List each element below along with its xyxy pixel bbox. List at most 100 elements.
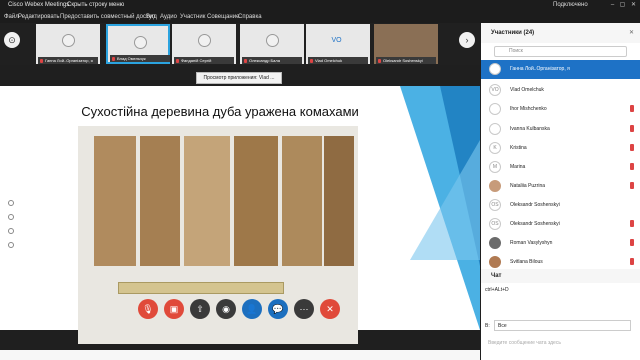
menu-edit[interactable]: Редактировать [18,11,59,23]
slide-decoration [410,140,480,260]
filmstrip-toggle-button[interactable]: ⊙ [4,32,20,48]
participant-name: Vlad Omelchuk [510,87,544,93]
participant-name: Roman Vasylyshyn [510,240,553,246]
chat-input[interactable]: Введите сообщение чата здесь [481,337,640,349]
menu-help[interactable]: Справка [238,11,262,23]
tile-name: Oleksandr Soshenskyi [376,57,436,64]
muted-mic-icon [630,239,634,246]
filmstrip-next-button[interactable]: › [459,32,475,48]
menu-view[interactable]: Вид [146,11,157,23]
muted-mic-icon [630,144,634,151]
participant-row[interactable]: K Kristina [481,139,640,158]
record-button[interactable]: ◉ [216,299,236,319]
video-tile[interactable]: Фанданій Сергій [172,24,236,64]
connection-status: Подключено [553,2,588,8]
chat-header[interactable]: Чат [481,269,640,283]
share-button[interactable]: ⇧ [190,299,210,319]
photo-avatar [489,256,501,268]
menu-share[interactable]: Предоставить совместный доступ [60,11,155,23]
participant-row[interactable]: Ганна Лой..Організатор, я [481,60,640,79]
initials-avatar: OS [489,199,501,211]
more-button[interactable]: ⋯ [294,299,314,319]
tile-name: Олександр Бала [242,57,302,64]
plank-image [324,136,354,266]
muted-mic-icon [630,258,634,265]
chat-message: ctrl+ALt+D [485,287,509,293]
participant-row[interactable]: M Marina [481,158,640,177]
end-meeting-button[interactable]: ✕ [320,299,340,319]
meeting-controls: 🎙 ▣ ⇧ ◉ 👤 💬 ⋯ ✕ [138,299,348,323]
muted-mic-icon [630,220,634,227]
tile-name: Влад Омельчук [110,55,170,62]
stage-bottom [0,350,480,360]
annotation-tools [8,200,18,270]
hide-menu-button[interactable]: Скрыть строку меню [67,0,124,11]
chat-recipient-select[interactable]: Все [494,320,631,331]
initials-avatar: K [489,142,501,154]
video-tile-camera[interactable]: Oleksandr Soshenskyi [374,24,438,64]
participant-row[interactable]: VO Vlad Omelchuk [481,81,640,100]
menu-meeting[interactable]: Совещание [207,11,239,23]
video-tile-active[interactable]: Влад Омельчук [106,24,170,64]
chat-to-label: В: [485,323,490,329]
view-application-button[interactable]: Просмотр приложения: Vlad ... [196,72,282,84]
menu-participant[interactable]: Участник [180,11,205,23]
avatar [489,103,501,115]
participants-header[interactable]: Участники (24) ✕ [481,23,640,43]
title-bar: Cisco Webex Meetings Скрыть строку меню … [0,0,640,11]
avatar [134,36,147,49]
participant-row[interactable]: Ivanna Kulbanska [481,120,640,139]
participant-name: Svitlana Bilous [510,259,543,265]
participant-name: Marina [510,164,526,170]
close-panel-icon[interactable]: ✕ [629,23,634,43]
plank-image [234,136,278,266]
participant-row[interactable]: Roman Vasylyshyn [481,234,640,253]
participants-button[interactable]: 👤 [242,299,262,319]
video-button[interactable]: ▣ [164,299,184,319]
participants-title: Участники (24) [491,30,535,36]
menu-bar: Файл Редактировать Предоставить совместн… [0,11,640,23]
video-tile[interactable]: Олександр Бала [240,24,304,64]
plank-image [140,136,180,266]
mute-button[interactable]: 🎙 [138,299,158,319]
participant-row[interactable]: OS Oleksandr Soshenskyi [481,196,640,215]
muted-mic-icon [630,105,634,112]
close-icon[interactable]: ✕ [629,0,638,11]
video-tile[interactable]: Ганна Лой..Організатор, я [36,24,100,64]
menu-file[interactable]: Файл [4,11,19,23]
avatar [62,34,75,47]
plank-image [94,136,136,266]
ruler-image [118,282,284,294]
muted-mic-icon [630,182,634,189]
minimize-icon[interactable]: – [608,0,617,11]
annotation-pointer-icon[interactable] [8,200,14,206]
annotation-pen-icon[interactable] [8,214,14,220]
plank-image [282,136,322,266]
participant-name: Ihor Mishchenko [510,106,547,112]
participant-row[interactable]: OS Oleksandr Soshenskyi [481,215,640,234]
muted-mic-icon [630,163,634,170]
zoom-out-icon[interactable] [8,242,14,248]
participant-name: Ivanna Kulbanska [510,126,550,132]
initials-avatar: VO [489,84,501,96]
video-tile[interactable]: VO Vlad Omelchuk [306,24,370,64]
tile-name: Vlad Omelchuk [308,57,368,64]
avatar [489,123,501,135]
tile-name: Ганна Лой..Організатор, я [38,57,98,64]
participant-name: Nataliia Puzrina [510,183,546,189]
participant-row[interactable]: Nataliia Puzrina [481,177,640,196]
maximize-icon[interactable]: ▢ [618,0,627,11]
avatar [266,34,279,47]
participant-name: Ганна Лой..Організатор, я [510,66,570,72]
muted-mic-icon [630,125,634,132]
initials-avatar: OS [489,218,501,230]
participant-row[interactable]: Ihor Mishchenko [481,100,640,119]
participants-search-input[interactable]: Поиск [494,46,627,57]
menu-audio[interactable]: Аудио [160,11,177,23]
chat-messages: ctrl+ALt+D [481,283,640,313]
chat-button[interactable]: 💬 [268,299,288,319]
initials-avatar: VO [331,37,342,44]
plank-image [184,136,230,266]
zoom-in-icon[interactable] [8,228,14,234]
photo-avatar [489,180,501,192]
